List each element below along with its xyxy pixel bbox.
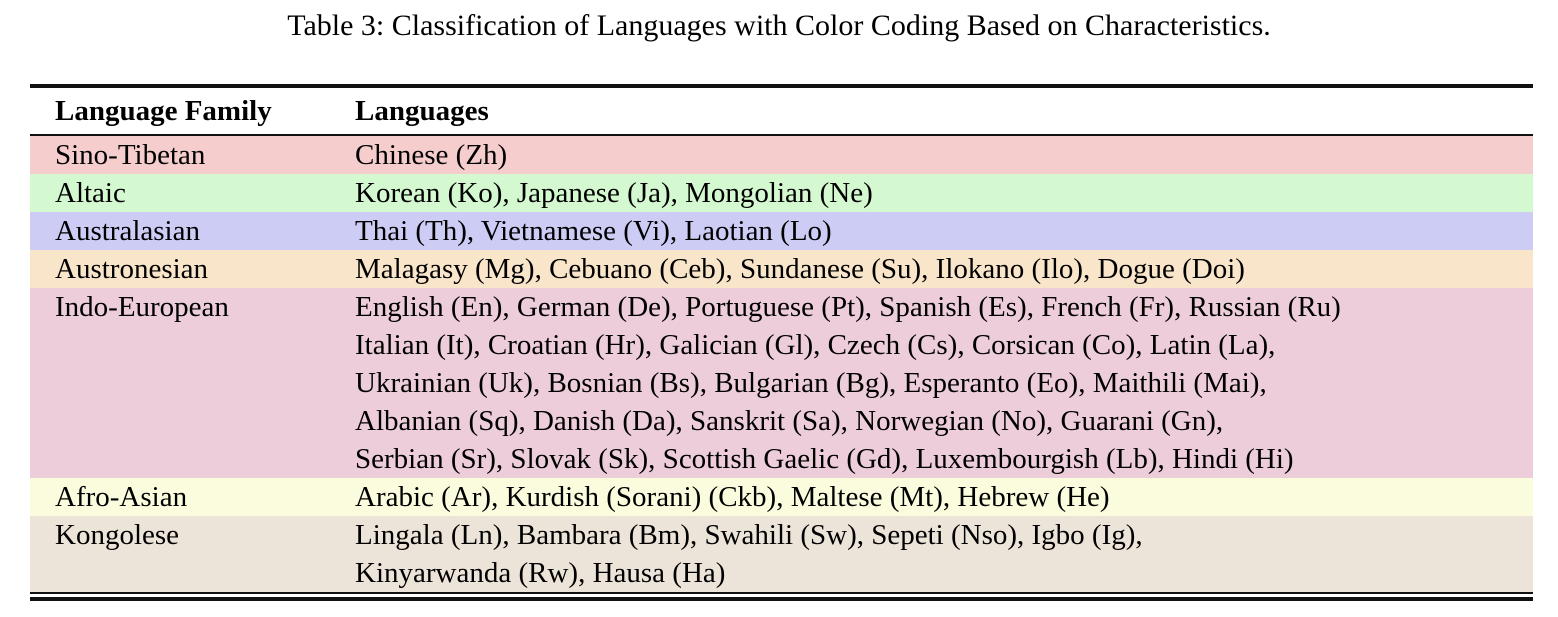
table-row: Altaic Korean (Ko), Japanese (Ja), Mongo…: [30, 174, 1533, 212]
table-row: Austronesian Malagasy (Mg), Cebuano (Ceb…: [30, 250, 1533, 288]
languages-line: Chinese (Zh): [355, 136, 1525, 174]
languages-line: Ukrainian (Uk), Bosnian (Bs), Bulgarian …: [355, 364, 1525, 402]
languages-line: Serbian (Sr), Slovak (Sk), Scottish Gael…: [355, 440, 1525, 478]
family-cell: Austronesian: [30, 250, 355, 288]
table-caption: Table 3: Classification of Languages wit…: [0, 0, 1558, 46]
languages-cell: Korean (Ko), Japanese (Ja), Mongolian (N…: [355, 174, 1533, 212]
languages-cell: Lingala (Ln), Bambara (Bm), Swahili (Sw)…: [355, 516, 1533, 592]
family-cell: Altaic: [30, 174, 355, 212]
family-cell: Kongolese: [30, 516, 355, 592]
languages-line: Albanian (Sq), Danish (Da), Sanskrit (Sa…: [355, 402, 1525, 440]
col-header-languages: Languages: [355, 88, 1533, 134]
table-row: Sino-Tibetan Chinese (Zh): [30, 136, 1533, 174]
header-row: Language Family Languages: [30, 88, 1533, 136]
family-cell: Afro-Asian: [30, 478, 355, 516]
family-cell: Sino-Tibetan: [30, 136, 355, 174]
languages-line: Malagasy (Mg), Cebuano (Ceb), Sundanese …: [355, 250, 1525, 288]
languages-cell: Malagasy (Mg), Cebuano (Ceb), Sundanese …: [355, 250, 1533, 288]
bottom-rule: [30, 592, 1533, 601]
languages-cell: Thai (Th), Vietnamese (Vi), Laotian (Lo): [355, 212, 1533, 250]
languages-line: English (En), German (De), Portuguese (P…: [355, 288, 1525, 326]
languages-line: Italian (It), Croatian (Hr), Galician (G…: [355, 326, 1525, 364]
table-row: Australasian Thai (Th), Vietnamese (Vi),…: [30, 212, 1533, 250]
family-cell: Australasian: [30, 212, 355, 250]
languages-line: Arabic (Ar), Kurdish (Sorani) (Ckb), Mal…: [355, 478, 1525, 516]
table-row: Kongolese Lingala (Ln), Bambara (Bm), Sw…: [30, 516, 1533, 592]
languages-line: Thai (Th), Vietnamese (Vi), Laotian (Lo): [355, 212, 1525, 250]
languages-cell: Arabic (Ar), Kurdish (Sorani) (Ckb), Mal…: [355, 478, 1533, 516]
languages-line: Kinyarwanda (Rw), Hausa (Ha): [355, 554, 1525, 592]
family-cell: Indo-European: [30, 288, 355, 478]
languages-line: Lingala (Ln), Bambara (Bm), Swahili (Sw)…: [355, 516, 1525, 554]
languages-cell: English (En), German (De), Portuguese (P…: [355, 288, 1533, 478]
col-header-language-family: Language Family: [30, 88, 355, 134]
languages-line: Korean (Ko), Japanese (Ja), Mongolian (N…: [355, 174, 1525, 212]
languages-table: Language Family Languages Sino-Tibetan C…: [30, 84, 1533, 601]
table-row: Afro-Asian Arabic (Ar), Kurdish (Sorani)…: [30, 478, 1533, 516]
languages-cell: Chinese (Zh): [355, 136, 1533, 174]
table-row: Indo-European English (En), German (De),…: [30, 288, 1533, 478]
